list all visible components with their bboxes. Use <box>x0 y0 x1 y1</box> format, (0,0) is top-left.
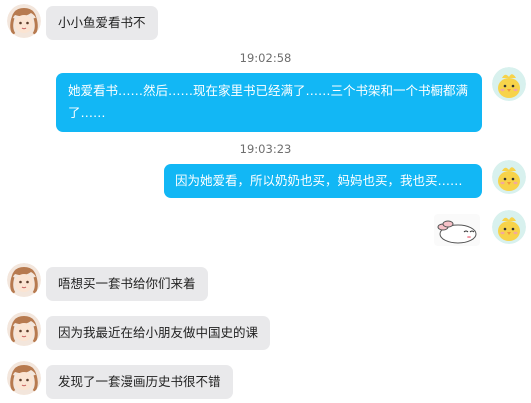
girl-avatar-icon[interactable] <box>7 312 41 346</box>
girl-avatar-icon[interactable] <box>7 4 41 38</box>
bunny-sticker-icon[interactable] <box>434 214 480 246</box>
yellow-chick-avatar-icon[interactable] <box>492 210 526 244</box>
chat-message-area: 小小鱼爱看书不 19:02:58 她爱看书……然后……现在家里书已经满了……三个… <box>0 0 531 403</box>
yellow-chick-avatar-icon[interactable] <box>492 67 526 101</box>
incoming-message-bubble[interactable]: 唔想买一套书给你们来着 <box>46 267 208 301</box>
girl-avatar-icon[interactable] <box>7 361 41 395</box>
yellow-chick-avatar-icon[interactable] <box>492 160 526 194</box>
girl-avatar-icon[interactable] <box>7 263 41 297</box>
incoming-message-bubble[interactable]: 发现了一套漫画历史书很不错 <box>46 365 233 399</box>
outgoing-message-bubble[interactable]: 她爱看书……然后……现在家里书已经满了……三个书架和一个书橱都满了…… <box>56 73 482 132</box>
outgoing-message-bubble[interactable]: 因为她爱看，所以奶奶也买，妈妈也买，我也买…… <box>164 164 482 198</box>
timestamp: 19:02:58 <box>239 51 292 65</box>
timestamp: 19:03:23 <box>239 142 292 156</box>
incoming-message-bubble[interactable]: 因为我最近在给小朋友做中国史的课 <box>46 316 271 350</box>
incoming-message-bubble[interactable]: 小小鱼爱看书不 <box>46 6 158 40</box>
